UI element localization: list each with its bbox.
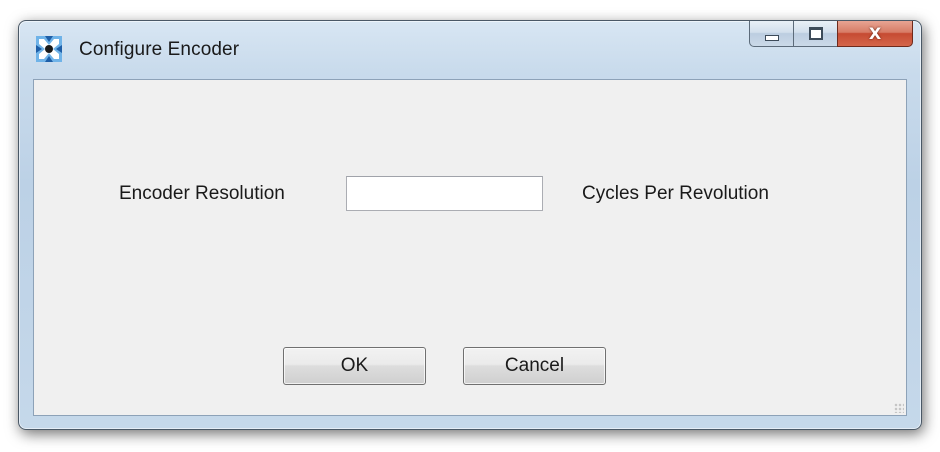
caption-buttons: X — [749, 21, 913, 47]
encoder-resolution-label: Encoder Resolution — [119, 183, 285, 204]
maximize-icon — [808, 27, 823, 40]
maximize-button[interactable] — [793, 21, 837, 47]
resize-grip[interactable] — [894, 403, 904, 413]
configure-encoder-dialog: Configure Encoder X Encoder Resolution C… — [18, 20, 922, 430]
close-icon: X — [868, 24, 882, 43]
dialog-client-area: Encoder Resolution Cycles Per Revolution… — [33, 79, 907, 416]
minimize-button[interactable] — [749, 21, 793, 47]
desktop-background: Configure Encoder X Encoder Resolution C… — [0, 0, 940, 452]
encoder-resolution-input[interactable] — [346, 176, 543, 211]
cancel-button[interactable]: Cancel — [463, 347, 606, 385]
encoder-app-icon — [36, 36, 62, 62]
ok-button[interactable]: OK — [283, 347, 426, 385]
window-title: Configure Encoder — [79, 39, 240, 60]
cycles-per-revolution-label: Cycles Per Revolution — [582, 183, 769, 204]
close-button[interactable]: X — [837, 21, 913, 47]
minimize-icon — [764, 34, 779, 41]
title-bar[interactable]: Configure Encoder X — [19, 21, 921, 79]
